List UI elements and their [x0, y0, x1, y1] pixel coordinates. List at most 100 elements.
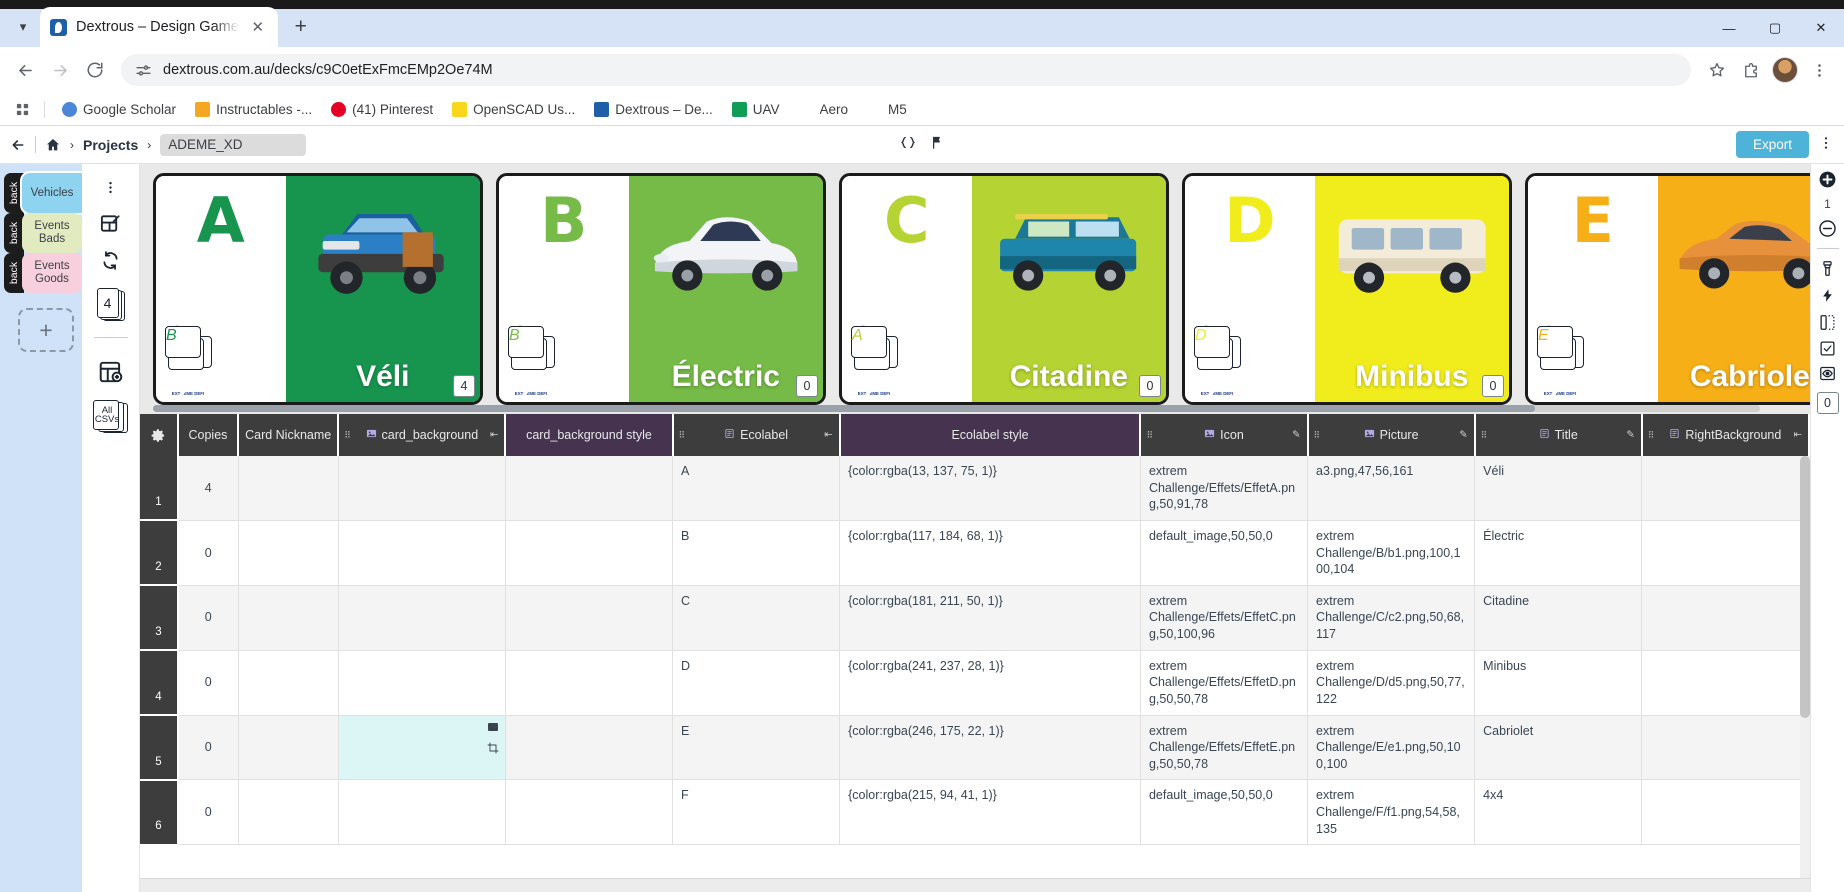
column-drag-handle[interactable]: ⠿ [1146, 431, 1154, 440]
cell-title[interactable]: Minibus [1474, 650, 1643, 716]
chrome-menu-icon[interactable] [1803, 54, 1835, 86]
cell-icon[interactable]: default_image,50,50,0 [1140, 520, 1309, 586]
cell-picture[interactable]: extrem Challenge/E/e1.png,50,100,100 [1307, 715, 1476, 781]
cell-ecolabel[interactable]: C [672, 585, 841, 651]
cell-ecolabel[interactable]: E [672, 715, 841, 781]
home-icon[interactable] [45, 137, 61, 153]
refresh-deck-icon[interactable] [100, 250, 121, 271]
card-preview[interactable]: B B EXTREME DEFI Électric 0 [496, 173, 826, 405]
browser-tab[interactable]: Dextrous – Design Game ✕ [40, 7, 278, 47]
column-edit-icon[interactable]: ✎ [1459, 430, 1467, 441]
apps-grid-icon[interactable] [9, 96, 35, 122]
app-back-icon[interactable] [10, 137, 26, 153]
cell-ecolabel[interactable]: D [672, 650, 841, 716]
deck-back-tab[interactable]: back [4, 173, 24, 213]
cell-copies[interactable]: 0 [177, 585, 239, 651]
column-header-card-nickname[interactable]: Card Nickname [238, 414, 340, 456]
column-drag-handle[interactable]: ⠿ [1481, 431, 1489, 440]
card-count-stack[interactable]: 4 [96, 288, 125, 322]
card-copies-badge[interactable]: 4 [453, 375, 475, 397]
card-preview[interactable]: A B EXTREME DEFI Véli 4 [153, 173, 483, 405]
project-name-input[interactable] [160, 133, 307, 156]
cell-card-background-style[interactable] [505, 520, 674, 586]
table-vertical-scrollbar[interactable] [1800, 456, 1810, 878]
cell-nickname[interactable] [238, 456, 339, 521]
card-preview-strip[interactable]: A B EXTREME DEFI Véli 4 B B EXTREME DEFI Électri… [140, 164, 1810, 414]
cell-card-background[interactable] [338, 585, 506, 651]
bookmark-star-icon[interactable] [1701, 54, 1733, 86]
cell-copies[interactable]: 0 [177, 520, 239, 586]
cell-icon[interactable]: extrem Challenge/Effets/EffetD.png,50,50… [1140, 650, 1309, 716]
row-number[interactable]: 3 [140, 585, 179, 652]
row-number[interactable]: 4 [140, 650, 179, 716]
table-row[interactable]: 2 0 B {color:rgba(117, 184, 68, 1)} default_… [140, 520, 1810, 587]
column-header-ecolabel[interactable]: ⠿ Ecolabel ⇤ [672, 414, 841, 456]
cell-right-background[interactable] [1641, 520, 1810, 586]
card-data-table[interactable]: Copies Card Nickname ⠿ card_background ⇤ card… [140, 414, 1810, 878]
cell-card-background-style[interactable] [505, 715, 674, 781]
cell-copies[interactable]: 4 [177, 456, 239, 521]
card-portrait-icon[interactable] [1819, 313, 1836, 332]
card-preview[interactable]: D D EXTREME DEFI Minibus 0 [1182, 173, 1512, 405]
close-window-button[interactable]: ✕ [1798, 9, 1844, 47]
column-header-card-background-style[interactable]: card_background style [505, 414, 674, 456]
table-row[interactable]: 6 0 F {color:rgba(215, 94, 41, 1)} default_i… [140, 779, 1810, 846]
scrollbar-thumb[interactable] [1800, 456, 1810, 718]
cell-copies[interactable]: 0 [177, 650, 239, 716]
cell-ecolabel-style[interactable]: {color:rgba(181, 211, 50, 1)} [839, 585, 1141, 651]
zoom-in-icon[interactable] [1818, 170, 1837, 189]
column-drag-handle[interactable]: ⠿ [679, 431, 687, 440]
back-icon[interactable] [9, 54, 41, 86]
cell-ecolabel-style[interactable]: {color:rgba(246, 175, 22, 1)} [839, 715, 1141, 781]
cell-nickname[interactable] [238, 585, 339, 651]
cell-icon[interactable]: default_image,50,50,0 [1140, 779, 1309, 846]
column-header-rightbackground[interactable]: ⠿ RightBackground ⇤ [1641, 414, 1810, 456]
tab-search-chevron-icon[interactable]: ▾ [6, 10, 40, 44]
column-collapse-icon[interactable]: ⇤ [490, 430, 498, 441]
card-copies-badge[interactable]: 0 [1139, 375, 1161, 397]
table-row[interactable]: 3 0 C {color:rgba(181, 211, 50, 1)} extrem C… [140, 585, 1810, 652]
cell-card-background[interactable] [338, 779, 506, 846]
cell-card-background-style[interactable] [505, 650, 674, 716]
reload-icon[interactable] [79, 54, 111, 86]
all-csvs-button[interactable]: All CSVs [92, 400, 129, 434]
column-edit-icon[interactable]: ✎ [1292, 430, 1300, 441]
column-header-ecolabel-style[interactable]: Ecolabel style [839, 414, 1142, 456]
row-number[interactable]: 6 [140, 779, 179, 846]
cell-ecolabel[interactable]: F [672, 779, 841, 846]
cell-right-background[interactable] [1641, 779, 1810, 846]
cell-title[interactable]: Véli [1474, 456, 1643, 521]
cell-ecolabel-style[interactable]: {color:rgba(13, 137, 75, 1)} [839, 456, 1141, 521]
deck-back-tab[interactable]: back [4, 213, 24, 253]
cell-picture[interactable]: extrem Challenge/B/b1.png,100,100,104 [1307, 520, 1476, 586]
lightning-icon[interactable] [1820, 286, 1835, 305]
column-header-card-background[interactable]: ⠿ card_background ⇤ [338, 414, 507, 456]
cell-right-background[interactable] [1641, 456, 1810, 521]
table-row[interactable]: 5 0 E {color:rgba(246, 175, 22, 1)} extrem C… [140, 715, 1810, 781]
cell-card-background-style[interactable] [505, 585, 674, 651]
table-row[interactable]: 1 4 A {color:rgba(13, 137, 75, 1)} extrem Ch… [140, 456, 1810, 522]
cell-title[interactable]: Citadine [1474, 585, 1643, 651]
flag-icon[interactable] [931, 134, 946, 156]
column-collapse-icon[interactable]: ⇤ [1794, 430, 1802, 441]
cell-picture[interactable]: extrem Challenge/D/d5.png,50,77,122 [1307, 650, 1476, 716]
deck-item-vehicles[interactable]: back Vehicles [0, 173, 82, 213]
cell-right-background[interactable] [1641, 585, 1810, 651]
cell-title[interactable]: 4x4 [1474, 779, 1643, 846]
cell-card-background-style[interactable] [505, 779, 674, 846]
cell-title[interactable]: Électric [1474, 520, 1643, 586]
code-brackets-icon[interactable] [899, 134, 918, 156]
column-collapse-icon[interactable]: ⇤ [824, 430, 832, 441]
row-number[interactable]: 2 [140, 520, 179, 587]
table-row[interactable]: 4 0 D {color:rgba(241, 237, 28, 1)} extrem C… [140, 650, 1810, 716]
cell-image-icon[interactable] [487, 721, 499, 738]
cell-copies[interactable]: 0 [177, 715, 239, 781]
bookmark-item[interactable]: UAV [724, 99, 788, 120]
deck-chip[interactable]: Events Bads [22, 213, 82, 253]
bookmark-item[interactable]: Instructables -... [187, 99, 320, 120]
deck-chip[interactable]: Events Goods [22, 253, 82, 293]
column-drag-handle[interactable]: ⠿ [344, 431, 352, 440]
card-copies-badge[interactable]: 0 [1482, 375, 1504, 397]
cell-ecolabel[interactable]: B [672, 520, 841, 586]
deck-chip[interactable]: Vehicles [22, 173, 82, 213]
